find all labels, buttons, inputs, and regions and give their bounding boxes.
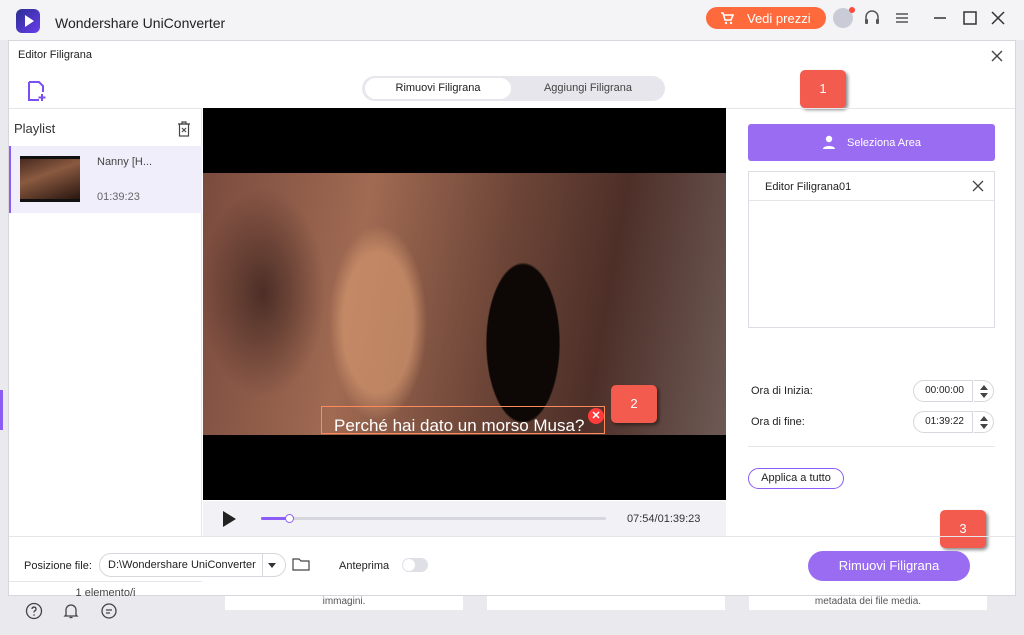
app-title: Wondershare UniConverter bbox=[55, 15, 226, 31]
select-area-button[interactable]: Seleziona Area bbox=[748, 124, 995, 161]
watermark-item[interactable]: Editor Filigrana01 bbox=[749, 172, 994, 201]
user-avatar[interactable] bbox=[833, 7, 855, 28]
close-icon[interactable] bbox=[989, 48, 1005, 64]
watermark-editor-dialog: Editor Filigrana Rimuovi Filigrana Aggiu… bbox=[8, 40, 1016, 599]
remove-watermark-item-icon[interactable] bbox=[972, 180, 984, 192]
cart-icon bbox=[721, 12, 734, 25]
callout-badge-1: 1 bbox=[800, 70, 846, 108]
divider bbox=[748, 446, 995, 447]
dialog-title: Editor Filigrana bbox=[18, 49, 92, 61]
background-card-text-right: metadata dei file media. bbox=[749, 596, 987, 610]
bell-icon[interactable] bbox=[62, 602, 80, 620]
start-time-label: Ora di Inizia: bbox=[751, 385, 813, 397]
end-time-label: Ora di fine: bbox=[751, 416, 805, 428]
playlist-panel: Playlist Nanny [H... 01:39:23 1 elemento… bbox=[9, 108, 202, 599]
headset-icon[interactable] bbox=[862, 8, 882, 28]
close-window-icon[interactable] bbox=[988, 8, 1008, 28]
feedback-icon[interactable] bbox=[100, 602, 118, 620]
person-icon bbox=[823, 135, 835, 149]
tab-add-watermark[interactable]: Aggiungi Filigrana bbox=[514, 78, 662, 99]
app-logo bbox=[16, 9, 40, 33]
file-position-value: D:\Wondershare UniConverter bbox=[108, 559, 256, 571]
start-time-stepper[interactable] bbox=[974, 380, 994, 402]
playlist-item-name: Nanny [H... bbox=[97, 156, 153, 168]
select-area-label: Seleziona Area bbox=[847, 137, 921, 149]
video-thumbnail bbox=[20, 156, 80, 202]
start-time-input[interactable]: 00:00:00 bbox=[913, 380, 973, 402]
menu-icon[interactable] bbox=[892, 8, 912, 28]
playback-time: 07:54/01:39:23 bbox=[627, 513, 701, 525]
minimize-icon[interactable] bbox=[930, 8, 950, 28]
end-time-stepper[interactable] bbox=[974, 411, 994, 433]
chevron-down-icon bbox=[268, 563, 276, 568]
file-position-select[interactable]: D:\Wondershare UniConverter bbox=[99, 553, 286, 577]
tab-remove-watermark[interactable]: Rimuovi Filigrana bbox=[365, 78, 511, 99]
video-preview[interactable]: Perché hai dato un morso Musa? ✕ bbox=[203, 108, 726, 500]
preview-toggle[interactable] bbox=[402, 558, 428, 572]
dialog-footer: Posizione file: D:\Wondershare UniConver… bbox=[9, 536, 1015, 596]
select-separator bbox=[262, 554, 263, 576]
add-file-icon[interactable] bbox=[25, 79, 49, 103]
delete-selection-icon[interactable]: ✕ bbox=[588, 408, 604, 424]
playlist-item-duration: 01:39:23 bbox=[97, 191, 140, 203]
folder-icon[interactable] bbox=[292, 556, 310, 572]
watermark-item-label: Editor Filigrana01 bbox=[765, 181, 852, 193]
mode-tabs: Rimuovi Filigrana Aggiungi Filigrana bbox=[362, 76, 665, 101]
trash-icon[interactable] bbox=[177, 121, 191, 137]
watermark-settings-panel: Seleziona Area Editor Filigrana01 Ora di… bbox=[726, 108, 1015, 536]
background-card-middle bbox=[487, 596, 725, 610]
view-prices-label: Vedi prezzi bbox=[747, 11, 811, 26]
preview-label: Anteprima bbox=[339, 560, 390, 572]
help-icon[interactable] bbox=[25, 602, 43, 620]
apply-all-button[interactable]: Applica a tutto bbox=[748, 468, 844, 489]
background-card-text-left: immagini. bbox=[225, 596, 463, 610]
watermark-list: Editor Filigrana01 bbox=[748, 171, 995, 328]
play-icon[interactable] bbox=[223, 511, 236, 527]
seek-handle[interactable] bbox=[284, 514, 294, 523]
maximize-icon[interactable] bbox=[960, 8, 980, 28]
file-position-label: Posizione file: bbox=[24, 560, 92, 572]
view-prices-button[interactable]: Vedi prezzi bbox=[706, 7, 826, 29]
playlist-header: Playlist bbox=[14, 121, 56, 136]
title-bar: Wondershare UniConverter Vedi prezzi bbox=[0, 0, 1024, 40]
nav-indicator bbox=[0, 390, 3, 430]
remove-watermark-button[interactable]: Rimuovi Filigrana bbox=[808, 551, 970, 581]
seek-bar[interactable] bbox=[261, 514, 606, 523]
player-controls: 07:54/01:39:23 bbox=[203, 501, 726, 536]
end-time-input[interactable]: 01:39:22 bbox=[913, 411, 973, 433]
callout-badge-2: 2 bbox=[611, 385, 657, 423]
watermark-selection-box[interactable] bbox=[321, 406, 605, 434]
playlist-item[interactable]: Nanny [H... 01:39:23 bbox=[9, 146, 202, 213]
